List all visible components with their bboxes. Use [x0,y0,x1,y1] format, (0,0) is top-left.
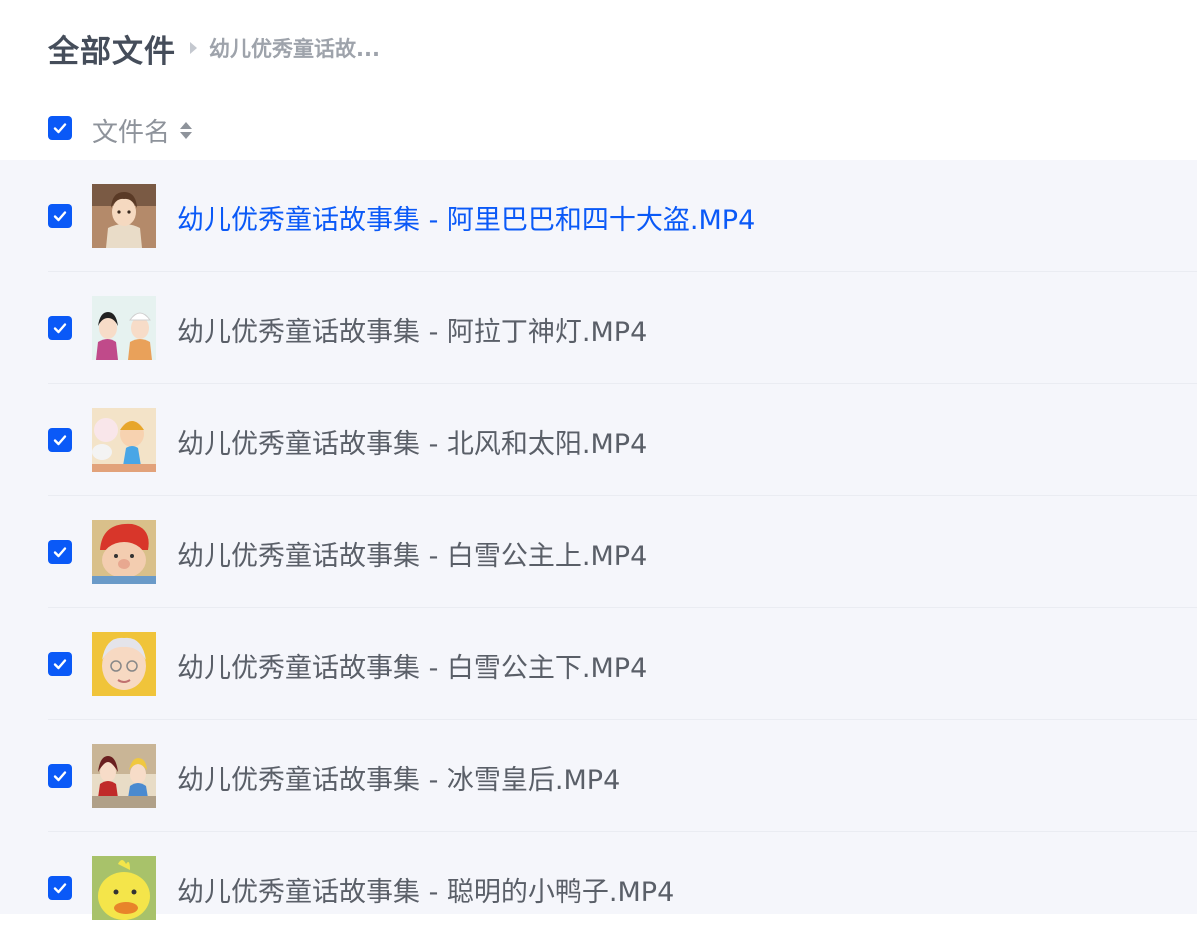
breadcrumb-current-folder: 幼儿优秀童话故... [209,37,380,61]
list-item[interactable]: 幼儿优秀童话故事集 - 白雪公主上.MP4 [0,496,1197,608]
list-item[interactable]: 幼儿优秀童话故事集 - 冰雪皇后.MP4 [0,720,1197,832]
video-thumbnail[interactable] [92,296,156,360]
checkmark-icon [53,435,67,446]
file-name-link[interactable]: 幼儿优秀童话故事集 - 北风和太阳.MP4 [177,422,647,461]
checkmark-icon [53,659,67,670]
row-checkbox[interactable] [48,428,72,452]
row-checkbox[interactable] [48,540,72,564]
row-checkbox[interactable] [48,764,72,788]
breadcrumb-separator-icon [190,42,197,54]
list-item[interactable]: 幼儿优秀童话故事集 - 白雪公主下.MP4 [0,608,1197,720]
row-checkbox[interactable] [48,204,72,228]
list-item[interactable]: 幼儿优秀童话故事集 - 聪明的小鸭子.MP4 [0,832,1197,944]
row-checkbox[interactable] [48,652,72,676]
video-thumbnail[interactable] [92,744,156,808]
checkmark-icon [53,123,67,134]
sort-updown-icon[interactable] [180,121,193,139]
file-list: 幼儿优秀童话故事集 - 阿里巴巴和四十大盗.MP4 幼儿优秀童话故事集 - 阿拉… [0,160,1197,920]
list-header: 文件名 [0,100,1197,160]
checkmark-icon [53,323,67,334]
file-name-link[interactable]: 幼儿优秀童话故事集 - 冰雪皇后.MP4 [177,758,620,797]
select-all-checkbox[interactable] [48,116,72,140]
video-thumbnail[interactable] [92,856,156,920]
video-thumbnail[interactable] [92,632,156,696]
row-checkbox[interactable] [48,876,72,900]
video-thumbnail[interactable] [92,184,156,248]
checkmark-icon [53,547,67,558]
file-name-link[interactable]: 幼儿优秀童话故事集 - 阿拉丁神灯.MP4 [177,310,647,349]
video-thumbnail[interactable] [92,408,156,472]
filename-column-label: 文件名 [92,117,171,148]
breadcrumb: 全部文件 幼儿优秀童话故... [48,26,380,70]
file-name-link[interactable]: 幼儿优秀童话故事集 - 聪明的小鸭子.MP4 [177,870,674,909]
file-name-link[interactable]: 幼儿优秀童话故事集 - 白雪公主下.MP4 [177,646,647,685]
checkmark-icon [53,771,67,782]
file-name-link[interactable]: 幼儿优秀童话故事集 - 阿里巴巴和四十大盗.MP4 [177,198,755,237]
checkmark-icon [53,883,67,894]
row-checkbox[interactable] [48,316,72,340]
list-item[interactable]: 幼儿优秀童话故事集 - 北风和太阳.MP4 [0,384,1197,496]
list-item[interactable]: 幼儿优秀童话故事集 - 阿拉丁神灯.MP4 [0,272,1197,384]
filename-column-header[interactable]: 文件名 [92,112,193,149]
file-name-link[interactable]: 幼儿优秀童话故事集 - 白雪公主上.MP4 [177,534,647,573]
checkmark-icon [53,211,67,222]
video-thumbnail[interactable] [92,520,156,584]
list-item[interactable]: 幼儿优秀童话故事集 - 阿里巴巴和四十大盗.MP4 [0,160,1197,272]
breadcrumb-root-link[interactable]: 全部文件 [48,26,176,71]
